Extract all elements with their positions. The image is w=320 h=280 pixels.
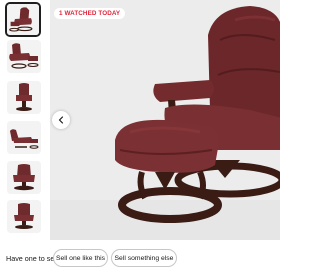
watched-today-badge: 1 WATCHED TODAY bbox=[54, 8, 126, 19]
previous-image-button[interactable] bbox=[52, 111, 70, 129]
thumbnail-strip bbox=[5, 0, 43, 240]
thumbnail-6[interactable] bbox=[7, 200, 41, 233]
main-product-image[interactable] bbox=[50, 0, 280, 240]
thumbnail-2[interactable] bbox=[7, 40, 41, 73]
thumbnail-5[interactable] bbox=[7, 161, 41, 194]
sell-footer: Have one to sell? Sell one like this Sel… bbox=[0, 248, 280, 270]
thumbnail-4[interactable] bbox=[7, 121, 41, 154]
chevron-left-icon bbox=[58, 116, 64, 124]
sell-one-like-this-button[interactable]: Sell one like this bbox=[53, 249, 108, 267]
thumbnail-1[interactable] bbox=[5, 2, 41, 37]
sell-something-else-button[interactable]: Sell something else bbox=[111, 249, 177, 267]
thumbnail-3[interactable] bbox=[7, 81, 41, 114]
